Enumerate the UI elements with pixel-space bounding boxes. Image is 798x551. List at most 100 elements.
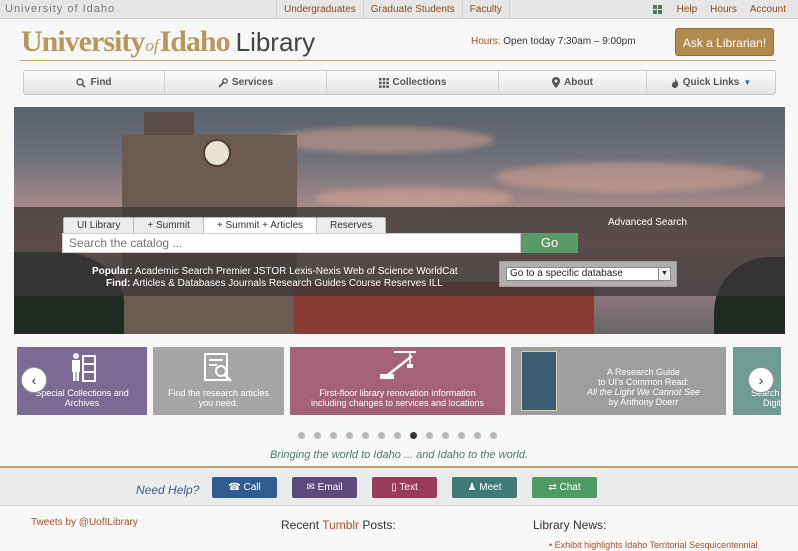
nav-collections[interactable]: Collections [327, 71, 499, 94]
library-logo[interactable]: University of Idaho Library [21, 25, 315, 61]
news-item[interactable]: • Exhibit highlights Idaho Territorial S… [549, 540, 758, 550]
carousel-dot[interactable] [410, 432, 417, 439]
meet-button[interactable]: ♟ Meet [452, 477, 517, 498]
card-line: to UI's Common Read: [598, 377, 689, 387]
library-news-heading: Library News: [533, 518, 607, 532]
person-icon: ♟ [467, 482, 477, 493]
header-divider [20, 60, 776, 61]
archive-icon [72, 353, 96, 382]
search-panel: UI Library + Summit + Summit + Articles … [14, 207, 785, 296]
tab-reserves[interactable]: Reserves [316, 217, 387, 233]
phone-icon: ☎ [228, 482, 241, 493]
hours-label: Hours: [471, 36, 501, 47]
card-research-articles[interactable]: Find the research articles you need. [153, 347, 284, 415]
hero-banner: UI Library + Summit + Summit + Articles … [14, 107, 785, 334]
nav-find-label: Find [90, 77, 112, 88]
carousel-dot[interactable] [394, 432, 401, 439]
chat-icon: ⇄ [548, 482, 557, 493]
hours-text: Open today 7:30am – 9:00pm [503, 36, 636, 47]
popular-links: Popular: Academic Search Premier JSTOR L… [92, 266, 458, 277]
hours-link[interactable]: Hours [710, 4, 737, 15]
card-line: Archives [64, 398, 100, 408]
tweets-link[interactable]: Tweets by @UofILibrary [31, 517, 138, 528]
top-bar: University of Idaho Undergraduates Gradu… [0, 0, 798, 19]
tumblr-link[interactable]: Tumblr [322, 518, 359, 532]
advanced-search-link[interactable]: Advanced Search [608, 217, 687, 228]
carousel-dot[interactable] [442, 432, 449, 439]
email-icon: ✉ [306, 482, 315, 493]
card-line: including changes to services and locati… [310, 398, 485, 408]
search-tabs: UI Library + Summit + Summit + Articles … [63, 217, 387, 233]
tab-ui-library[interactable]: UI Library [63, 217, 135, 233]
graduate-students-link[interactable]: Graduate Students [362, 0, 462, 19]
meet-label: Meet [479, 482, 502, 493]
carousel-dot[interactable] [426, 432, 433, 439]
nav-services[interactable]: Services [165, 71, 327, 94]
wrench-icon [218, 77, 228, 88]
carousel-next-button[interactable]: › [748, 367, 774, 393]
ask-a-librarian-button[interactable]: Ask a Librarian! [675, 28, 774, 56]
text-label: Text [399, 482, 418, 493]
carousel-dot[interactable] [490, 432, 497, 439]
carousel-prev-button[interactable]: ‹ [21, 367, 47, 393]
carousel-dot[interactable] [314, 432, 321, 439]
chat-label: Chat [559, 482, 581, 493]
apps-grid-icon[interactable] [652, 5, 662, 14]
undergraduates-link[interactable]: Undergraduates [276, 0, 363, 19]
find-links-text[interactable]: Articles & Databases Journals Research G… [133, 278, 443, 289]
nav-quick-links[interactable]: Quick Links ▼ [647, 71, 775, 94]
card-renovation[interactable]: First-floor library renovation informati… [290, 347, 505, 415]
tumblr-prefix: Recent [281, 518, 320, 532]
tab-summit-articles[interactable]: + Summit + Articles [202, 217, 318, 233]
carousel-dot[interactable] [330, 432, 337, 439]
carousel-dot[interactable] [298, 432, 305, 439]
logo-of: of [145, 36, 159, 55]
find-label: Find: [106, 278, 131, 289]
text-button[interactable]: ▯ Text [372, 477, 437, 498]
chat-button[interactable]: ⇄ Chat [532, 477, 597, 498]
logo-library: Library [235, 27, 316, 57]
tab-summit[interactable]: + Summit [133, 217, 204, 233]
nav-find[interactable]: Find [24, 71, 165, 94]
tumblr-suffix: Posts: [362, 518, 396, 532]
dropdown-arrow-icon: ▼ [658, 268, 670, 280]
nav-about[interactable]: About [499, 71, 647, 94]
utility-links: Help Hours Account [640, 0, 786, 19]
card-line: by Anthony Doerr [608, 397, 679, 407]
logo-idaho: Idaho [159, 25, 231, 58]
hours-info[interactable]: Hours: Open today 7:30am – 9:00pm [471, 36, 636, 47]
main-nav: Find Services Collections About Quick Li… [23, 70, 776, 95]
document-search-icon [204, 353, 232, 382]
go-button[interactable]: Go [521, 233, 578, 253]
faculty-link[interactable]: Faculty [461, 0, 510, 19]
email-label: Email [317, 482, 343, 493]
card-line: A Research Guide [606, 367, 681, 377]
nav-about-label: About [564, 77, 593, 88]
need-help-label: Need Help? [136, 483, 200, 497]
grid-icon [378, 77, 389, 88]
hero-cloud [274, 127, 494, 153]
carousel-dot[interactable] [458, 432, 465, 439]
card-line: Digita [763, 398, 781, 408]
help-link[interactable]: Help [677, 4, 698, 15]
mobile-icon: ▯ [391, 482, 397, 493]
search-icon [76, 77, 87, 88]
popular-links-text[interactable]: Academic Search Premier JSTOR Lexis-Nexi… [135, 266, 458, 277]
card-common-read[interactable]: A Research Guide to UI's Common Read: Al… [511, 347, 726, 415]
carousel-dot[interactable] [362, 432, 369, 439]
carousel-dot[interactable] [474, 432, 481, 439]
database-select[interactable]: Go to a specific database ▼ [506, 267, 671, 281]
carousel-dot[interactable] [378, 432, 385, 439]
nav-collections-label: Collections [392, 77, 447, 88]
clock-face [203, 139, 231, 167]
carousel-dot[interactable] [346, 432, 353, 439]
university-name[interactable]: University of Idaho [5, 3, 115, 15]
call-button[interactable]: ☎ Call [212, 477, 277, 498]
carousel-dots [298, 432, 497, 439]
email-button[interactable]: ✉ Email [292, 477, 357, 498]
logo-university: University [21, 25, 145, 58]
account-link[interactable]: Account [750, 4, 786, 15]
card-line: you need. [198, 398, 239, 408]
audience-links: Undergraduates Graduate Students Faculty [276, 0, 510, 19]
catalog-search-input[interactable] [62, 233, 521, 253]
